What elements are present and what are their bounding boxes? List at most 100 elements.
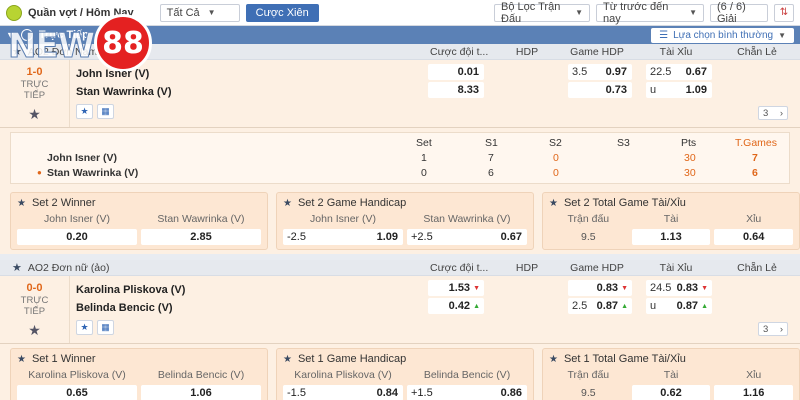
display-mode-label: Lựa chọn bình thường <box>673 29 774 41</box>
odds-button[interactable]: 1.06 <box>141 385 261 400</box>
col-odd-even: Chẵn Lẻ <box>737 45 777 58</box>
odds-button[interactable]: +2.5 0.67 <box>407 229 527 245</box>
match-score: 0-0 <box>26 282 43 294</box>
stats-table-icon[interactable]: ▦ <box>97 320 114 335</box>
col-full-time: Cược đội t... <box>430 45 489 58</box>
col-over-under: Tài Xỉu <box>659 261 693 274</box>
stats-team2-s1: 6 <box>488 167 494 179</box>
odds-button[interactable]: 1.16 <box>714 385 793 400</box>
odds-button[interactable]: 2.85 <box>141 229 261 245</box>
odds-up-icon: ▲ <box>621 302 628 310</box>
league-name: AO2 Đơn nữ (ảo) <box>27 261 110 274</box>
odds-button[interactable]: 1.13 <box>631 229 711 245</box>
category-label: Tất Cả <box>166 6 200 19</box>
odds-up-icon: ▲ <box>701 302 708 310</box>
odds-button[interactable]: +1.5 0.86 <box>407 385 527 400</box>
sort-select[interactable]: Từ trước đến nay ▼ <box>596 1 704 25</box>
match-filter-select[interactable]: Bộ Lọc Trận Đấu ▼ <box>494 1 590 25</box>
stats-header-set: Set <box>416 137 432 149</box>
stats-team1-pts: 30 <box>684 152 696 164</box>
stats-team1-tgames: 7 <box>752 152 758 164</box>
league-header-row: ★ AO2 Đơn Nam Cược đội t... HDP Game HDP… <box>0 44 800 60</box>
odds-game-hdp-away[interactable]: 0.73 <box>568 82 632 98</box>
odds-over[interactable]: 22.5 0.67 <box>646 64 712 80</box>
favorite-match-icon[interactable]: ★ <box>28 106 41 123</box>
stats-team2-s2: 0 <box>553 167 559 179</box>
chevron-down-icon: ▼ <box>207 8 216 17</box>
stats-team2-set: 0 <box>421 167 427 179</box>
stats-team1-s1: 7 <box>488 152 494 164</box>
odds-under[interactable]: u 1.09 <box>646 82 712 98</box>
col-hdp: HDP <box>515 261 539 274</box>
more-markets-button[interactable]: 3 › <box>758 106 788 120</box>
display-mode-select[interactable]: ☰ Lựa chọn bình thường ▼ <box>651 27 794 43</box>
odds-game-hdp-away[interactable]: 2.5 0.87 ▲ <box>568 298 632 314</box>
top-filter-bar: Quần vợt / Hôm Nay Tất Cả ▼ Cược Xiên Bộ… <box>0 0 800 26</box>
odds-under[interactable]: u 0.87 ▲ <box>646 298 712 314</box>
odds-settings-icon[interactable]: ⇅ <box>774 3 794 22</box>
star-icon: ★ <box>549 198 558 209</box>
market-card-winner: ★ Set 1 Winner Karolina Pliskova (V) Beli… <box>10 348 268 400</box>
stats-team1-set: 1 <box>421 152 427 164</box>
market-card-handicap: ★ Set 2 Game Handicap John Isner (V) Stan… <box>276 192 534 250</box>
col-hdp: HDP <box>515 45 539 58</box>
star-icon: ★ <box>17 198 26 209</box>
odds-ft-home[interactable]: 0.01 <box>428 64 484 80</box>
col-game-hdp: Game HDP <box>570 45 624 58</box>
odds-ft-away[interactable]: 8.33 <box>428 82 484 98</box>
odds-game-hdp-home[interactable]: 0.83 ▼ <box>568 280 632 296</box>
home-team: Karolina Pliskova (V) <box>76 284 186 296</box>
market-card-handicap: ★ Set 1 Game Handicap Karolina Pliskova (… <box>276 348 534 400</box>
league-name: AO2 Đơn Nam <box>27 45 98 58</box>
match-row: 0-0 TRỰC TIẾP ★ Karolina Pliskova (V) Bel… <box>0 276 800 344</box>
serving-dot-icon: ● <box>37 168 42 177</box>
favorite-league-icon[interactable]: ★ <box>12 261 22 274</box>
section-title: Trực Tiếp <box>38 29 89 41</box>
star-icon: ★ <box>549 354 558 365</box>
odds-button[interactable]: -1.5 0.84 <box>283 385 403 400</box>
odds-down-icon: ▼ <box>621 284 628 292</box>
more-markets-button[interactable]: 3 › <box>758 322 788 336</box>
odds-ft-home[interactable]: 1.53 ▼ <box>428 280 484 296</box>
stats-team1: John Isner (V) <box>47 152 118 164</box>
tennis-ball-icon <box>6 4 22 21</box>
favorite-league-icon[interactable]: ★ <box>12 45 22 58</box>
stats-team2: Stan Wawrinka (V) <box>47 167 139 179</box>
odds-button[interactable]: 0.65 <box>17 385 137 400</box>
market-card-winner: ★ Set 2 Winner John Isner (V) Stan Wawrin… <box>10 192 268 250</box>
extra-markets-row: ★ Set 2 Winner John Isner (V) Stan Wawrin… <box>0 188 800 254</box>
favorite-match-icon[interactable]: ★ <box>28 322 41 339</box>
parlay-button[interactable]: Cược Xiên <box>245 3 319 22</box>
league-count-button[interactable]: (6 / 6) Giải <box>710 0 768 25</box>
stats-team1-s2: 0 <box>553 152 559 164</box>
chevron-right-icon: › <box>779 323 783 335</box>
stats-header-s1: S1 <box>485 137 498 149</box>
odds-ft-away[interactable]: 0.42 ▲ <box>428 298 484 314</box>
live-section-header[interactable]: ▼ Trực Tiếp ☰ Lựa chọn bình thường ▼ <box>0 26 800 44</box>
col-odd-even: Chẵn Lẻ <box>737 261 777 274</box>
league-count-label: (6 / 6) Giải <box>717 0 746 25</box>
sport-selector[interactable]: Quần vợt / Hôm Nay <box>28 7 134 19</box>
stats-table-icon[interactable]: ▦ <box>97 104 114 119</box>
odds-button[interactable]: 0.62 <box>631 385 711 400</box>
category-select[interactable]: Tất Cả ▼ <box>159 3 240 22</box>
match-score: 1-0 <box>26 66 43 78</box>
odds-button[interactable]: 0.64 <box>714 229 793 245</box>
odds-game-hdp-home[interactable]: 3.5 0.97 <box>568 64 632 80</box>
odds-down-icon: ▼ <box>473 284 480 292</box>
col-over-under: Tài Xỉu <box>659 45 693 58</box>
home-team: John Isner (V) <box>76 68 150 80</box>
odds-button[interactable]: 0.20 <box>17 229 137 245</box>
market-card-total: ★ Set 1 Total Game Tài/Xỉu Trận đấu Tài X… <box>542 348 800 400</box>
total-line: 9.5 <box>581 387 596 399</box>
favorite-star-icon[interactable]: ★ <box>76 104 93 119</box>
chevron-down-icon: ▼ <box>778 30 786 40</box>
collapse-icon[interactable]: ▼ <box>6 30 15 40</box>
odds-up-icon: ▲ <box>473 302 480 310</box>
odds-over[interactable]: 24.5 0.83 ▼ <box>646 280 712 296</box>
odds-button[interactable]: -2.5 1.09 <box>283 229 403 245</box>
stats-header-s2: S2 <box>549 137 562 149</box>
favorite-star-icon[interactable]: ★ <box>76 320 93 335</box>
match-stats-panel: Set S1 S2 S3 Pts T.Games John Isner (V) … <box>0 128 800 188</box>
odds-down-icon: ▼ <box>701 284 708 292</box>
